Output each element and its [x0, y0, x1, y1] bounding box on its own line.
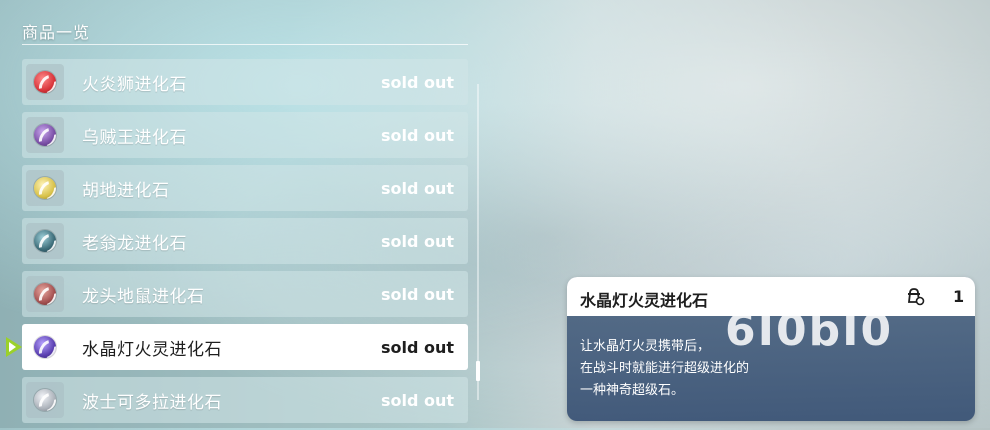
title-divider: [22, 44, 468, 45]
evolution-stone-icon: [34, 230, 56, 252]
item-list: 火炎狮进化石 sold out 乌贼王进化石 sold out 胡地进化石 so…: [6, 59, 468, 430]
detail-quantity: 1: [953, 287, 965, 306]
list-item[interactable]: 乌贼王进化石 sold out: [22, 112, 468, 158]
scrollbar-track[interactable]: [477, 84, 479, 400]
item-name: 波士可多拉进化石: [82, 392, 222, 413]
evolution-stone-icon: [34, 71, 56, 93]
list-item[interactable]: 胡地进化石 sold out: [22, 165, 468, 211]
item-status: sold out: [380, 231, 454, 251]
list-item[interactable]: 龙头地鼠进化石 sold out: [22, 271, 468, 317]
page-title: 商品一览: [22, 23, 91, 42]
item-icon-box: [26, 382, 64, 418]
item-icon-box: [26, 223, 64, 259]
list-item-selected[interactable]: 水晶灯火灵进化石 sold out: [6, 324, 468, 370]
item-name: 水晶灯火灵进化石: [82, 339, 222, 360]
item-status: sold out: [380, 178, 454, 198]
item-icon-box: [26, 117, 64, 153]
item-status: sold out: [380, 125, 454, 145]
selection-cursor-icon: [6, 337, 22, 357]
item-status: sold out: [380, 284, 454, 304]
item-icon-box: [26, 329, 64, 365]
item-name: 老翁龙进化石: [82, 233, 187, 254]
evolution-stone-icon: [34, 124, 56, 146]
item-status: sold out: [380, 390, 454, 410]
evolution-stone-icon: [34, 283, 56, 305]
evolution-stone-icon: [34, 336, 56, 358]
item-detail-panel: 6I0bI0 水晶灯火灵进化石 1 让水晶灯火灵携带后， 在战斗时就能进行超级进…: [567, 277, 975, 421]
evolution-stone-icon: [34, 177, 56, 199]
evolution-stone-icon: [34, 389, 56, 411]
item-status: sold out: [380, 337, 454, 357]
bag-icon: [907, 288, 925, 306]
list-item[interactable]: 波士可多拉进化石 sold out: [22, 377, 468, 423]
item-name: 火炎狮进化石: [82, 74, 187, 95]
item-status: sold out: [380, 72, 454, 92]
item-name: 胡地进化石: [82, 180, 170, 201]
description-line: 让水晶灯火灵携带后，: [580, 339, 711, 354]
detail-description: 让水晶灯火灵携带后， 在战斗时就能进行超级进化的 一种神奇超级石。: [580, 336, 749, 402]
item-icon-box: [26, 64, 64, 100]
detail-header: 水晶灯火灵进化石 1: [567, 277, 975, 316]
description-line: 在战斗时就能进行超级进化的: [580, 361, 750, 376]
description-line: 一种神奇超级石。: [580, 383, 685, 398]
item-icon-box: [26, 276, 64, 312]
item-name: 乌贼王进化石: [82, 127, 187, 148]
list-item[interactable]: 火炎狮进化石 sold out: [22, 59, 468, 105]
scrollbar-thumb[interactable]: [476, 361, 480, 381]
detail-item-name: 水晶灯火灵进化石: [580, 291, 709, 310]
item-name: 龙头地鼠进化石: [82, 286, 205, 307]
item-icon-box: [26, 170, 64, 206]
list-item[interactable]: 老翁龙进化石 sold out: [22, 218, 468, 264]
